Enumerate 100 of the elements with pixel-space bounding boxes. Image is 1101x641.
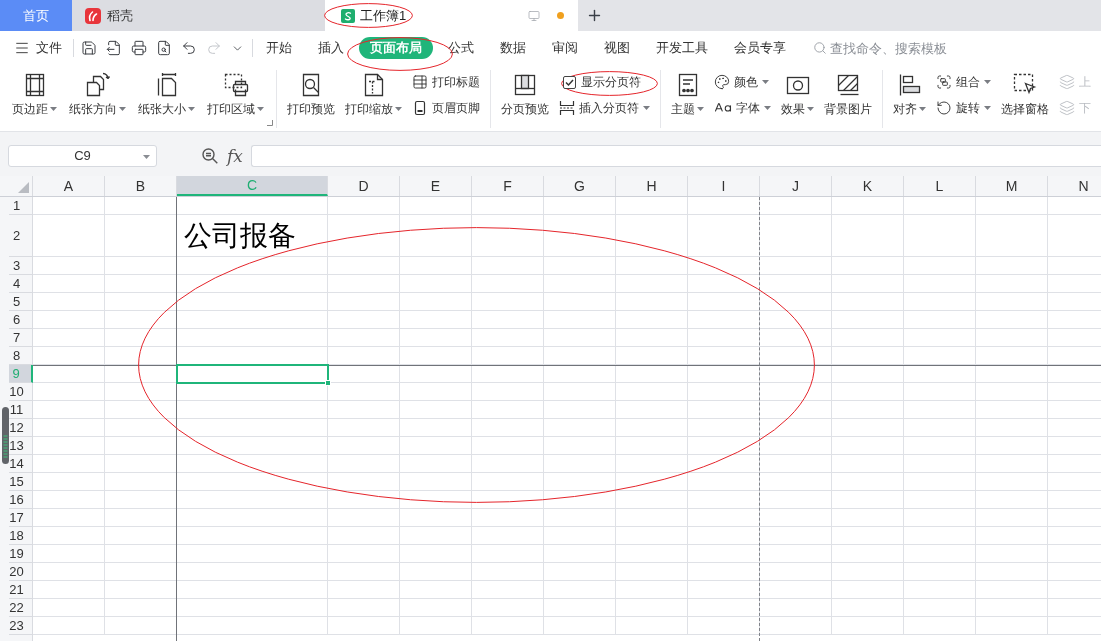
name-box[interactable]: C9 <box>8 144 157 167</box>
table-cell <box>105 383 177 401</box>
column-header[interactable]: L <box>904 176 976 196</box>
column-header[interactable]: K <box>832 176 904 196</box>
table-cell <box>472 563 544 581</box>
file-menu-button[interactable]: 文件 <box>14 36 62 60</box>
table-cell <box>616 581 688 599</box>
ribbon-tab[interactable]: 开始 <box>255 37 303 59</box>
column-header[interactable]: D <box>328 176 400 196</box>
table-cell <box>616 473 688 491</box>
print-preview-button[interactable]: 打印预览 <box>287 70 335 126</box>
margins-button[interactable]: 页边距 <box>12 70 57 126</box>
table-cell <box>544 455 616 473</box>
table-cell <box>328 491 400 509</box>
ribbon-tab[interactable]: 会员专享 <box>723 37 797 59</box>
table-cell <box>688 581 760 599</box>
print-titles-button[interactable]: 打印标题 <box>412 71 480 93</box>
table-cell <box>33 617 105 635</box>
table-cell <box>33 491 105 509</box>
align-button[interactable]: 对齐 <box>893 70 926 126</box>
table-cell <box>832 257 904 275</box>
page-break-preview-button[interactable]: 分页预览 <box>501 70 549 126</box>
table-cell <box>33 293 105 311</box>
effects-button[interactable]: 效果 <box>781 70 814 126</box>
table-cell <box>904 275 976 293</box>
tab[interactable]: 工作簿1 <box>325 0 578 31</box>
magnifier-icon[interactable] <box>202 147 218 164</box>
undo-icon[interactable] <box>181 40 197 56</box>
ribbon-tab[interactable]: 公式 <box>437 37 485 59</box>
insert-function-button[interactable]: fx <box>227 145 243 166</box>
column-header[interactable]: J <box>760 176 832 196</box>
table-cell <box>328 455 400 473</box>
column-header[interactable]: G <box>544 176 616 196</box>
ribbon-tab[interactable]: 数据 <box>489 37 537 59</box>
column-header[interactable]: M <box>976 176 1048 196</box>
page-footer-icon <box>412 100 428 116</box>
table-cell <box>688 275 760 293</box>
table-cell <box>904 383 976 401</box>
insert-page-break-button[interactable]: 插入分页符 <box>559 97 650 119</box>
print-scaling-button[interactable]: 打印缩放 <box>345 70 402 126</box>
group-button[interactable]: 组合 <box>936 71 991 93</box>
table-cell <box>33 329 105 347</box>
table-cell <box>33 419 105 437</box>
colors-button[interactable]: 颜色 <box>714 71 771 93</box>
orientation-button[interactable]: 纸张方向 <box>69 70 126 126</box>
table-cell <box>976 419 1048 437</box>
search-field[interactable]: 查找命令、搜索模板 <box>830 37 970 59</box>
table-cell <box>688 437 760 455</box>
table-cell <box>544 293 616 311</box>
background-image-button[interactable]: 背景图片 <box>824 70 872 126</box>
formula-input[interactable] <box>250 144 1101 167</box>
ribbon-tab[interactable]: 视图 <box>593 37 641 59</box>
table-cell <box>688 617 760 635</box>
table-cell <box>472 545 544 563</box>
theme-button[interactable]: 主题 <box>671 70 704 126</box>
table-cell <box>544 545 616 563</box>
table-cell <box>472 383 544 401</box>
table-cell <box>904 509 976 527</box>
ribbon-tab[interactable]: 开发工具 <box>645 37 719 59</box>
column-header[interactable]: F <box>472 176 544 196</box>
dialog-launcher-icon[interactable] <box>267 120 273 126</box>
table-cell <box>472 581 544 599</box>
export-icon[interactable] <box>106 40 122 56</box>
checkbox[interactable] <box>563 75 576 89</box>
column-header[interactable]: N <box>1048 176 1101 196</box>
table-cell <box>33 527 105 545</box>
column-header[interactable]: A <box>33 176 105 196</box>
table-cell <box>688 329 760 347</box>
table-cell <box>832 473 904 491</box>
ribbon-tab[interactable]: 审阅 <box>541 37 589 59</box>
table-cell <box>760 455 832 473</box>
print-area-button[interactable]: 打印区域 <box>207 70 264 126</box>
column-header[interactable]: H <box>616 176 688 196</box>
table-cell <box>544 275 616 293</box>
table-cell <box>616 437 688 455</box>
selected-cell[interactable] <box>177 365 328 383</box>
print-preview-icon[interactable] <box>156 40 172 56</box>
paper-size-button[interactable]: 纸张大小 <box>138 70 195 126</box>
table-cell <box>400 599 472 617</box>
printer-icon[interactable] <box>131 40 147 56</box>
fill-handle[interactable] <box>325 380 331 386</box>
rotate-button[interactable]: 旋转 <box>936 97 991 119</box>
header-footer-button[interactable]: 页眉页脚 <box>412 97 480 119</box>
table-cell <box>760 419 832 437</box>
scroll-thumb[interactable] <box>2 407 9 464</box>
selection-pane-button[interactable]: 选择窗格 <box>1001 70 1049 126</box>
ribbon-tab[interactable]: 插入 <box>307 37 355 59</box>
column-header[interactable]: I <box>688 176 760 196</box>
save-icon[interactable] <box>81 40 97 56</box>
table-cell <box>760 563 832 581</box>
table-cell <box>400 347 472 365</box>
rotate-icon <box>936 100 952 116</box>
fonts-button[interactable]: 字体 <box>714 97 771 119</box>
table-cell <box>616 599 688 617</box>
table-cell <box>33 455 105 473</box>
column-header[interactable]: E <box>400 176 472 196</box>
table-cell <box>904 347 976 365</box>
tab[interactable]: 稻壳 <box>72 0 325 31</box>
table-cell <box>832 491 904 509</box>
table-cell <box>328 473 400 491</box>
